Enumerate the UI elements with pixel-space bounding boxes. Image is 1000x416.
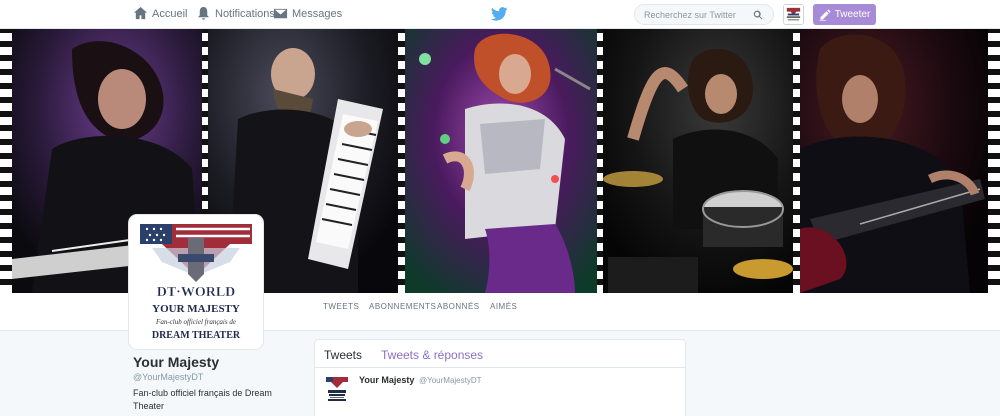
account-avatar[interactable]: [783, 4, 804, 25]
logo-line3: Fan-club officiel français de: [155, 318, 236, 326]
twitter-bird-icon[interactable]: [491, 7, 508, 21]
nav-notifications[interactable]: Notifications: [196, 6, 275, 21]
search-box[interactable]: [634, 4, 774, 25]
tab-tweets-replies[interactable]: Tweets & réponses: [381, 348, 483, 362]
compose-tweet-button[interactable]: Tweeter: [813, 4, 876, 25]
logo-line4: DREAM THEATER: [152, 330, 241, 341]
profile-nav-followers[interactable]: ABONNÉS: [437, 302, 480, 311]
dt-world-logo-icon: [784, 5, 803, 24]
timeline: Tweets Tweets & réponses Your Majesty @Y…: [314, 339, 686, 416]
home-icon: [133, 6, 148, 20]
profile-handle[interactable]: @YourMajestyDT: [133, 372, 203, 382]
compose-tweet-label: Tweeter: [834, 9, 871, 20]
search-icon[interactable]: [753, 10, 763, 20]
tweet-avatar[interactable]: [323, 375, 351, 403]
banner-photo-singer: [405, 29, 597, 293]
profile-nav-following[interactable]: ABONNEMENTS: [369, 302, 436, 311]
tweet-author-name[interactable]: Your Majesty: [359, 375, 414, 385]
nav-notifications-label: Notifications: [215, 7, 275, 20]
top-navigation-bar: Accueil Notifications Messages Tweeter: [0, 0, 1000, 29]
profile-nav-tweets[interactable]: TWEETS: [323, 302, 359, 311]
dt-world-logo-icon: [323, 375, 351, 403]
nav-messages-label: Messages: [292, 7, 343, 20]
logo-line2: YOUR MAJESTY: [152, 303, 240, 315]
profile-bio: Fan-club officiel français de Dream Thea…: [133, 388, 272, 411]
envelope-icon: [273, 8, 288, 19]
timeline-tabs: Tweets Tweets & réponses: [315, 340, 685, 368]
tweet-author-handle[interactable]: @YourMajestyDT: [419, 376, 482, 385]
banner-photo-drummer: [603, 29, 793, 293]
profile-avatar[interactable]: DT·WORLD YOUR MAJESTY Fan-club officiel …: [129, 215, 263, 349]
banner-photo-guitarist-2: [800, 29, 988, 293]
logo-line1: DT·WORLD: [157, 285, 236, 300]
tweet-item[interactable]: Your Majesty @YourMajestyDT: [315, 368, 685, 416]
bell-icon: [197, 6, 210, 20]
profile-nav-likes[interactable]: AIMÉS: [490, 302, 517, 311]
dt-world-logo: DT·WORLD YOUR MAJESTY Fan-club officiel …: [132, 218, 260, 346]
profile-name: Your Majesty: [133, 354, 220, 370]
search-input[interactable]: [635, 9, 753, 20]
nav-home-label: Accueil: [152, 7, 188, 20]
compose-icon: [819, 8, 831, 21]
nav-home[interactable]: Accueil: [133, 6, 187, 21]
tab-tweets[interactable]: Tweets: [324, 348, 362, 362]
nav-messages[interactable]: Messages: [273, 6, 342, 21]
